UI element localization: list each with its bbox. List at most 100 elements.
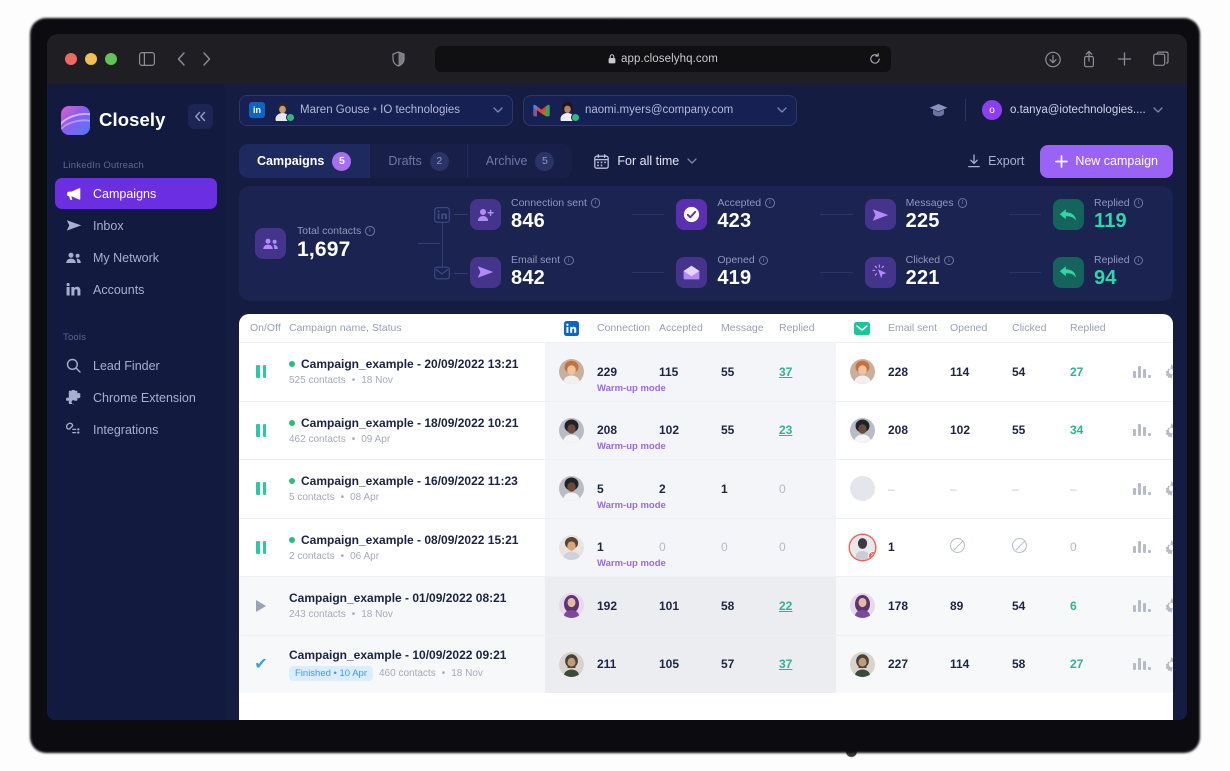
em-replied-value: 34 <box>1070 423 1084 438</box>
li-replied-value[interactable]: 37 <box>779 365 834 379</box>
li-replied-value: 0 <box>779 540 786 555</box>
graduation-cap-icon[interactable] <box>912 103 965 118</box>
linkedin-icon: in <box>249 102 265 118</box>
gear-icon[interactable] <box>1164 598 1173 614</box>
li-replied-value[interactable]: 37 <box>779 657 834 671</box>
stat-value: 225 <box>905 209 940 232</box>
avatar-error: × <box>836 534 888 560</box>
table-row[interactable]: Campaign_example - 18/09/2022 10:21 462 … <box>239 400 1173 460</box>
info-icon[interactable]: i <box>1133 198 1144 208</box>
sidebar-item-inbox[interactable]: Inbox <box>55 210 217 241</box>
li-replied-value[interactable]: 23 <box>779 423 834 437</box>
info-icon[interactable]: i <box>765 198 775 208</box>
stat-clicked: Clicked i 221 <box>864 254 997 290</box>
bar-chart-icon[interactable] <box>1133 658 1151 671</box>
linkedin-account-select[interactable]: in Maren Gouse • IO technologies <box>239 94 513 126</box>
bar-chart-icon[interactable] <box>1133 482 1151 495</box>
row-actions <box>1125 402 1173 460</box>
sidebar-item-my-network[interactable]: My Network <box>55 242 217 273</box>
sidebar-item-campaigns[interactable]: Campaigns <box>55 178 217 209</box>
tab-campaigns[interactable]: Campaigns 5 <box>239 144 371 178</box>
new-campaign-button[interactable]: New campaign <box>1040 144 1173 178</box>
em-sent-value: – <box>888 481 895 496</box>
stat-label: Messages i <box>906 197 968 209</box>
close-window-button[interactable] <box>65 53 77 65</box>
li-replied-value[interactable]: 22 <box>779 599 834 613</box>
info-icon[interactable]: i <box>590 198 601 208</box>
send-icon <box>864 199 896 231</box>
chevron-double-left-icon[interactable] <box>188 104 213 129</box>
gear-icon[interactable] <box>1164 364 1173 380</box>
stat-value: 846 <box>511 209 545 232</box>
sidebar-item-lead-finder[interactable]: Lead Finder <box>55 350 217 381</box>
bar-chart-icon[interactable] <box>1133 365 1151 378</box>
share-icon[interactable] <box>1082 50 1096 68</box>
chevron-down-icon <box>493 107 503 113</box>
back-arrow-icon[interactable] <box>177 52 186 66</box>
toggle-campaign-state[interactable] <box>239 343 283 401</box>
avatar <box>545 593 597 619</box>
sidebar-item-chrome-extension[interactable]: Chrome Extension <box>55 382 217 413</box>
toggle-campaign-state[interactable] <box>239 519 283 577</box>
linkedin-icon <box>545 320 597 336</box>
toggle-campaign-state[interactable] <box>239 577 283 635</box>
gear-icon[interactable] <box>1164 539 1173 555</box>
email-metrics: – – – – <box>836 460 1125 518</box>
forward-arrow-icon[interactable] <box>202 52 211 66</box>
toggle-campaign-state[interactable] <box>239 460 283 518</box>
email-metrics: × 1 0 <box>836 519 1125 577</box>
info-icon[interactable]: i <box>1133 255 1144 265</box>
maximize-window-button[interactable] <box>105 53 117 65</box>
em-clicked-value: 55 <box>1012 423 1026 438</box>
window-controls[interactable] <box>65 53 117 65</box>
sidebar-item-accounts[interactable]: Accounts <box>55 274 217 305</box>
user-menu[interactable]: o o.tanya@iotechnologies.... <box>966 100 1173 120</box>
export-button[interactable]: Export <box>967 154 1024 168</box>
bar-chart-icon[interactable] <box>1133 424 1151 437</box>
table-row[interactable]: Campaign_example - 01/09/2022 08:21 243 … <box>239 576 1173 635</box>
connector-line <box>418 242 440 244</box>
minimize-window-button[interactable] <box>85 53 97 65</box>
table-row[interactable]: Campaign_example - 08/09/2022 15:21 2 co… <box>239 517 1173 577</box>
bar-chart-icon[interactable] <box>1133 599 1151 612</box>
download-icon[interactable] <box>1045 51 1061 67</box>
table-row[interactable]: ✔ Campaign_example - 10/09/2022 09:21 Fi… <box>239 634 1173 693</box>
info-icon[interactable]: i <box>944 255 954 265</box>
tab-drafts[interactable]: Drafts 2 <box>370 144 468 178</box>
shield-icon[interactable] <box>392 51 405 67</box>
plus-icon[interactable] <box>1117 52 1132 67</box>
tab-archive[interactable]: Archive 5 <box>468 144 573 178</box>
gear-icon[interactable] <box>1164 656 1173 672</box>
info-icon[interactable]: i <box>564 255 574 265</box>
toggle-campaign-state[interactable] <box>239 402 283 460</box>
header-onoff: On/Off <box>250 322 281 334</box>
date-filter-select[interactable]: For all time <box>594 153 697 169</box>
sidebar-item-integrations[interactable]: Integrations <box>55 414 217 445</box>
info-icon[interactable]: i <box>365 226 375 236</box>
stat-label: Email sent i <box>511 254 574 266</box>
stat-messages: Messages i 225 <box>864 197 997 233</box>
li-accepted-value: 115 <box>659 364 679 379</box>
gear-icon[interactable] <box>1164 422 1173 438</box>
warmup-label: Warm-up mode <box>597 558 666 570</box>
info-icon[interactable]: i <box>957 198 968 208</box>
em-clicked-blocked <box>1012 538 1070 556</box>
address-bar[interactable]: app.closelyhq.com <box>435 46 891 72</box>
row-actions <box>1125 460 1173 518</box>
table-row[interactable]: Campaign_example - 20/09/2022 13:21 525 … <box>239 342 1173 401</box>
reload-icon[interactable] <box>869 53 881 65</box>
gear-icon[interactable] <box>1164 481 1173 497</box>
search-icon <box>65 358 82 373</box>
email-account-select[interactable]: naomi.myers@company.com <box>523 94 797 126</box>
table-row[interactable]: Campaign_example - 16/09/2022 11:23 5 co… <box>239 459 1173 518</box>
toggle-campaign-state[interactable]: ✔ <box>239 635 283 693</box>
em-replied-value: 6 <box>1070 598 1077 613</box>
tabs-overview-icon[interactable] <box>1153 51 1169 67</box>
envelope-icon <box>836 321 888 335</box>
linkedin-metrics: 1 Warm-up mode 0 0 0 <box>545 518 836 576</box>
navigation-arrows[interactable] <box>177 52 211 66</box>
info-icon[interactable]: i <box>758 255 769 265</box>
sidebar-toggle-icon[interactable] <box>139 52 155 66</box>
bar-chart-icon[interactable] <box>1133 541 1151 554</box>
stat-value: 419 <box>717 267 752 290</box>
